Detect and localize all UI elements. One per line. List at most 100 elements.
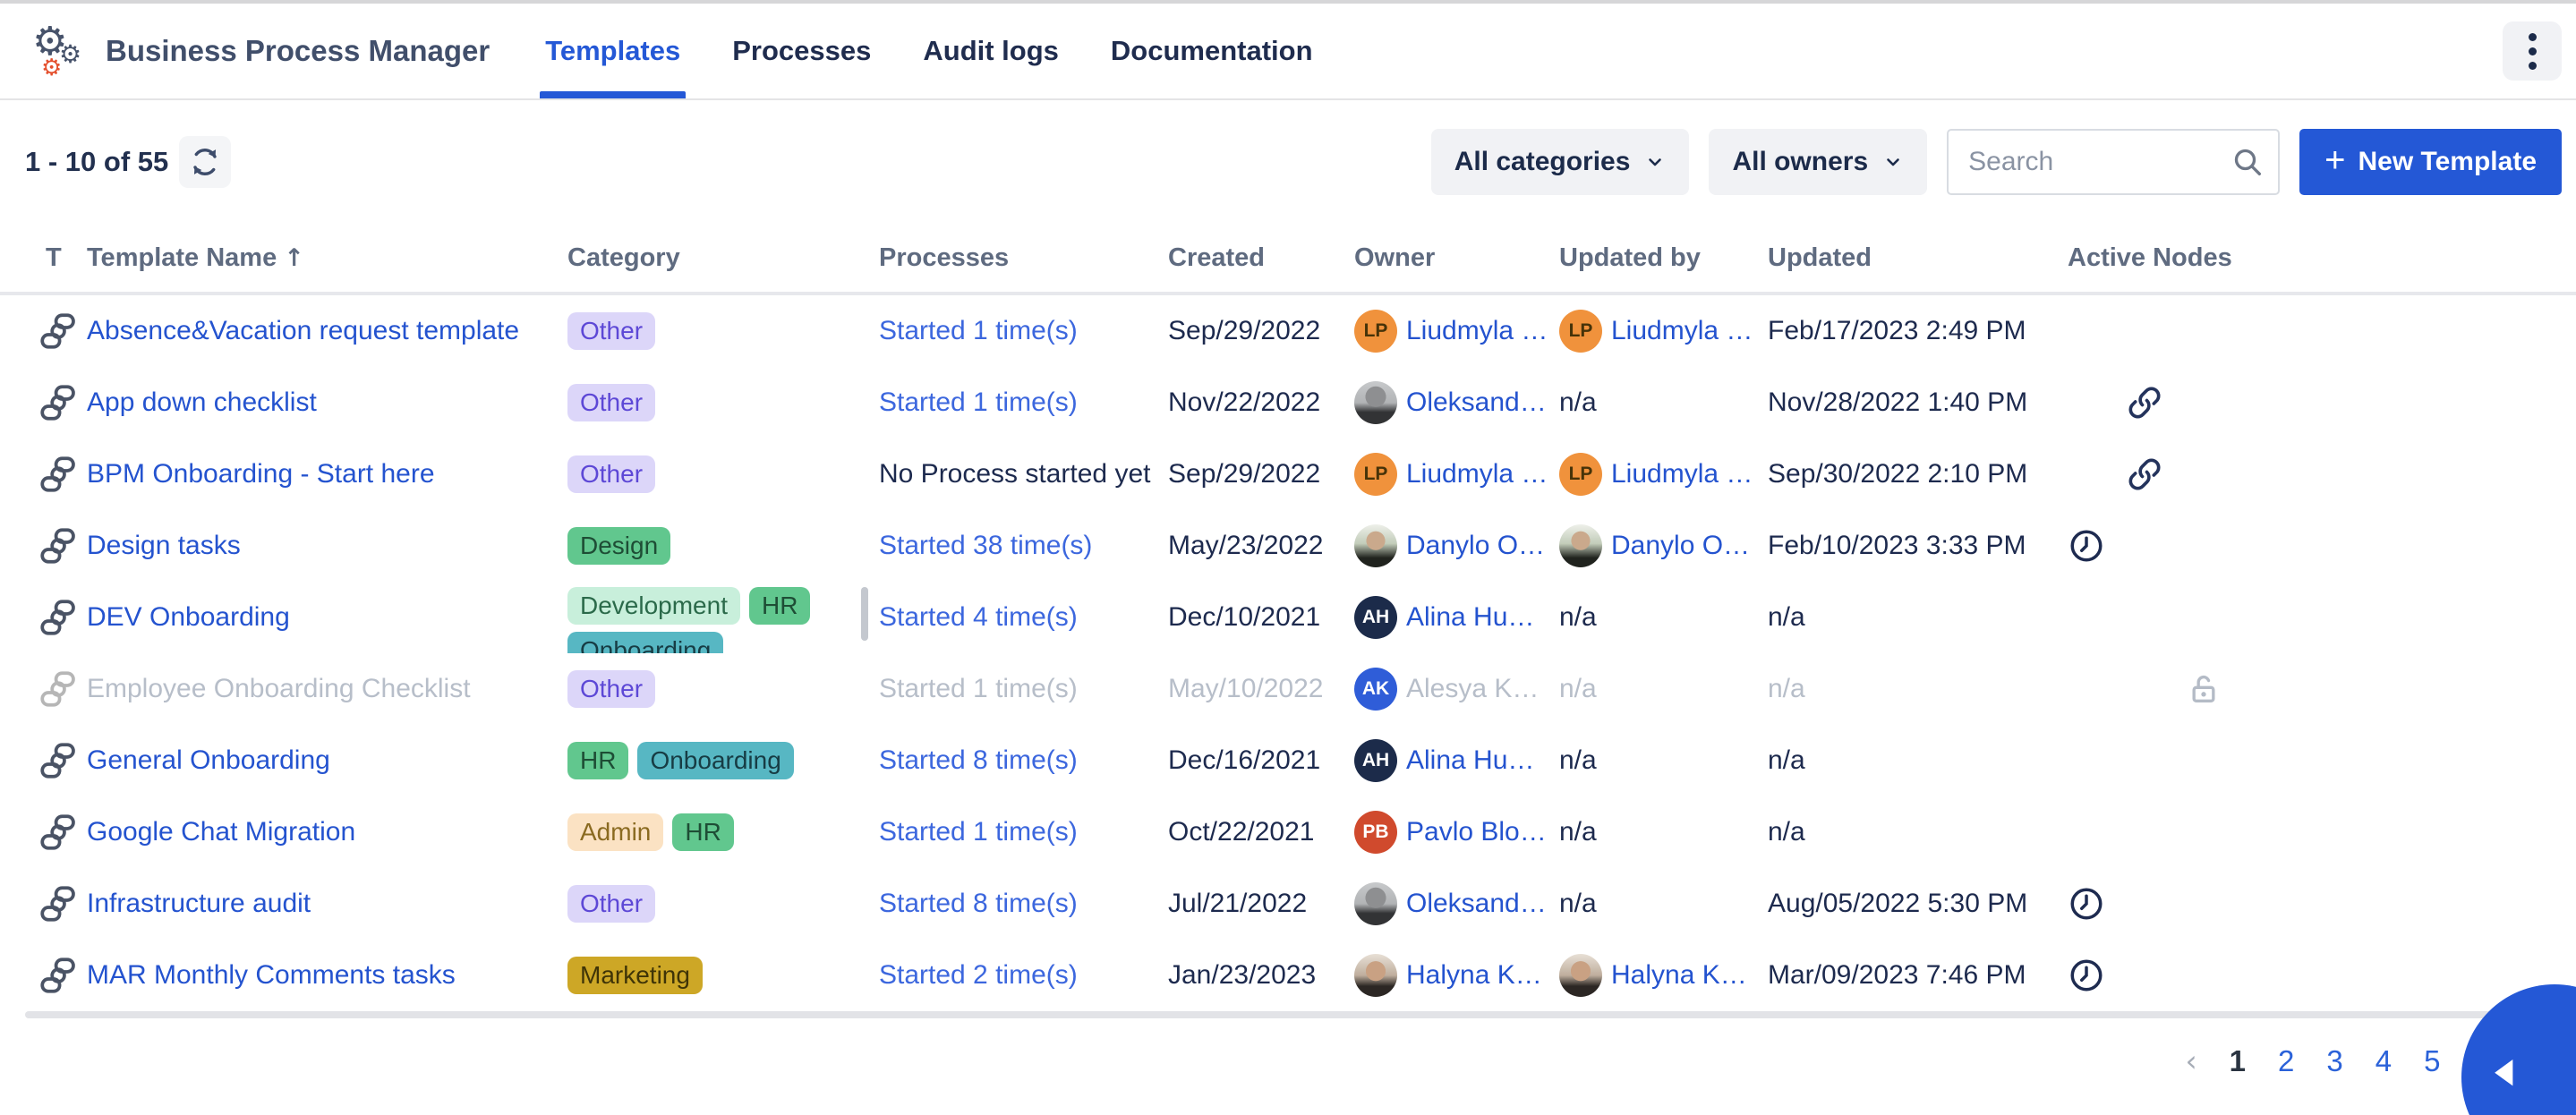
table-cell-processes: Started 2 time(s) [879,960,1168,991]
avatar: LP [1559,310,1602,353]
column-header-updated[interactable]: Updated [1768,243,2068,273]
owner-link[interactable]: LPLiudmyla … [1354,310,1548,353]
template-name-link[interactable]: Infrastructure audit [87,889,311,919]
column-header-created[interactable]: Created [1168,243,1354,273]
tab-processes[interactable]: Processes [730,4,873,98]
table-cell-template-name: Employee Onboarding Checklist [87,674,567,704]
template-name-link[interactable]: Absence&Vacation request template [87,316,519,346]
template-icon [39,527,77,565]
column-header-active-nodes[interactable]: Active Nodes [2068,243,2551,273]
processes-link[interactable]: Started 1 time(s) [879,674,1078,704]
table-cell-type [25,885,87,923]
categories-filter-dropdown[interactable]: All categories [1431,129,1690,195]
pagination-page-3[interactable]: 3 [2326,1044,2342,1078]
owner-link[interactable]: Oleksand… [1354,381,1547,424]
pagination-page-5[interactable]: 5 [2424,1044,2440,1078]
updated-by-value: n/a [1559,387,1597,418]
pagination-page-1[interactable]: 1 [2230,1044,2246,1078]
created-value: Dec/16/2021 [1168,745,1320,776]
table-cell-updated-by: LPLiudmyla … [1559,310,1768,353]
owner-link[interactable]: AHAlina Hu… [1354,596,1534,639]
owner-link[interactable]: AHAlina Hu… [1354,739,1534,782]
table-cell-created: Jan/23/2023 [1168,960,1354,991]
cell-scrollbar-thumb[interactable] [861,587,868,641]
table-row: MAR Monthly Comments tasksMarketingStart… [0,940,2576,1011]
processes-link[interactable]: Started 1 time(s) [879,387,1078,418]
pagination-prev-button[interactable]: ‹ [2185,1043,2196,1078]
app-logo-icon: ⚙⚙⚙ [32,22,90,80]
owner-link[interactable]: Halyna K… [1354,954,1542,997]
updated-by-link[interactable]: Halyna K… [1559,954,1747,997]
table-cell-processes: Started 38 time(s) [879,531,1168,561]
template-name-link[interactable]: DEV Onboarding [87,602,290,633]
tab-audit-logs[interactable]: Audit logs [921,4,1061,98]
table-cell-created: Jul/21/2022 [1168,889,1354,919]
column-header-updated-by[interactable]: Updated by [1559,243,1768,273]
table-cell-updated-by: n/a [1559,745,1768,776]
processes-link[interactable]: Started 1 time(s) [879,316,1078,346]
processes-link[interactable]: Started 38 time(s) [879,531,1092,561]
processes-link[interactable]: Started 1 time(s) [879,817,1078,847]
template-name-link[interactable]: Google Chat Migration [87,817,355,847]
pagination-page-2[interactable]: 2 [2278,1044,2294,1078]
table-cell-type [25,384,87,421]
table-cell-updated-by: n/a [1559,674,1768,704]
horizontal-scrollbar[interactable] [25,1011,2551,1018]
tab-templates[interactable]: Templates [543,4,682,98]
pagination-page-4[interactable]: 4 [2376,1044,2392,1078]
template-name-link[interactable]: App down checklist [87,387,317,418]
app-header: ⚙⚙⚙ Business Process Manager Templates P… [0,4,2576,100]
owners-filter-dropdown[interactable]: All owners [1709,129,1927,195]
processes-link[interactable]: Started 4 time(s) [879,602,1078,633]
processes-link[interactable]: Started 8 time(s) [879,745,1078,776]
refresh-button[interactable] [179,136,231,188]
kebab-menu-icon [2529,33,2537,70]
updated-by-link[interactable]: LPLiudmyla … [1559,453,1753,496]
column-header-label: Template Name [87,243,277,273]
plus-icon: + [2324,142,2345,178]
table-cell-template-name: Infrastructure audit [87,889,567,919]
owner-link[interactable]: Oleksand… [1354,882,1547,925]
category-badge: Admin [567,813,663,851]
tab-documentation[interactable]: Documentation [1109,4,1315,98]
link-icon [2127,385,2186,421]
kebab-menu-button[interactable] [2503,21,2562,81]
column-header-processes[interactable]: Processes [879,243,1168,273]
processes-link[interactable]: Started 8 time(s) [879,889,1078,919]
avatar: LP [1354,310,1397,353]
table-row: Google Chat MigrationAdminHRStarted 1 ti… [0,796,2576,868]
avatar: AH [1354,596,1397,639]
owner-link[interactable]: PBPavlo Blo… [1354,811,1547,854]
table-cell-created: Sep/29/2022 [1168,459,1354,489]
template-name-link[interactable]: Design tasks [87,531,241,561]
template-icon [39,742,77,779]
column-header-category[interactable]: Category [567,243,879,273]
table-row: Infrastructure auditOtherStarted 8 time(… [0,868,2576,940]
processes-link[interactable]: Started 2 time(s) [879,960,1078,991]
column-header-template-name[interactable]: Template Name ↑ [87,243,567,273]
link-icon [2127,456,2186,492]
owner-link[interactable]: LPLiudmyla … [1354,453,1548,496]
template-name-link[interactable]: Employee Onboarding Checklist [87,674,471,704]
template-name-link[interactable]: MAR Monthly Comments tasks [87,960,456,991]
table-cell-owner: Halyna K… [1354,954,1559,997]
template-name-link[interactable]: BPM Onboarding - Start here [87,459,435,489]
table-row: DEV OnboardingDevelopmentHROnboardingSta… [0,582,2576,653]
updated-by-link[interactable]: Danylo O… [1559,524,1750,567]
column-header-owner[interactable]: Owner [1354,243,1559,273]
owner-link[interactable]: AKAlesya K… [1354,668,1539,711]
table-cell-updated: Feb/10/2023 3:33 PM [1768,531,2068,561]
category-badge: Other [567,384,655,421]
template-name-link[interactable]: General Onboarding [87,745,330,776]
template-icon [39,599,77,636]
avatar: LP [1559,453,1602,496]
app-title: Business Process Manager [106,34,490,68]
search-icon [2230,144,2265,180]
updated-by-link[interactable]: LPLiudmyla … [1559,310,1753,353]
table-row: Employee Onboarding ChecklistOtherStarte… [0,653,2576,725]
column-header-type[interactable]: T [25,243,87,273]
created-value: May/23/2022 [1168,531,1323,561]
table-cell-active-nodes [2068,957,2551,994]
new-template-button[interactable]: + New Template [2299,129,2562,195]
owner-link[interactable]: Danylo O… [1354,524,1545,567]
